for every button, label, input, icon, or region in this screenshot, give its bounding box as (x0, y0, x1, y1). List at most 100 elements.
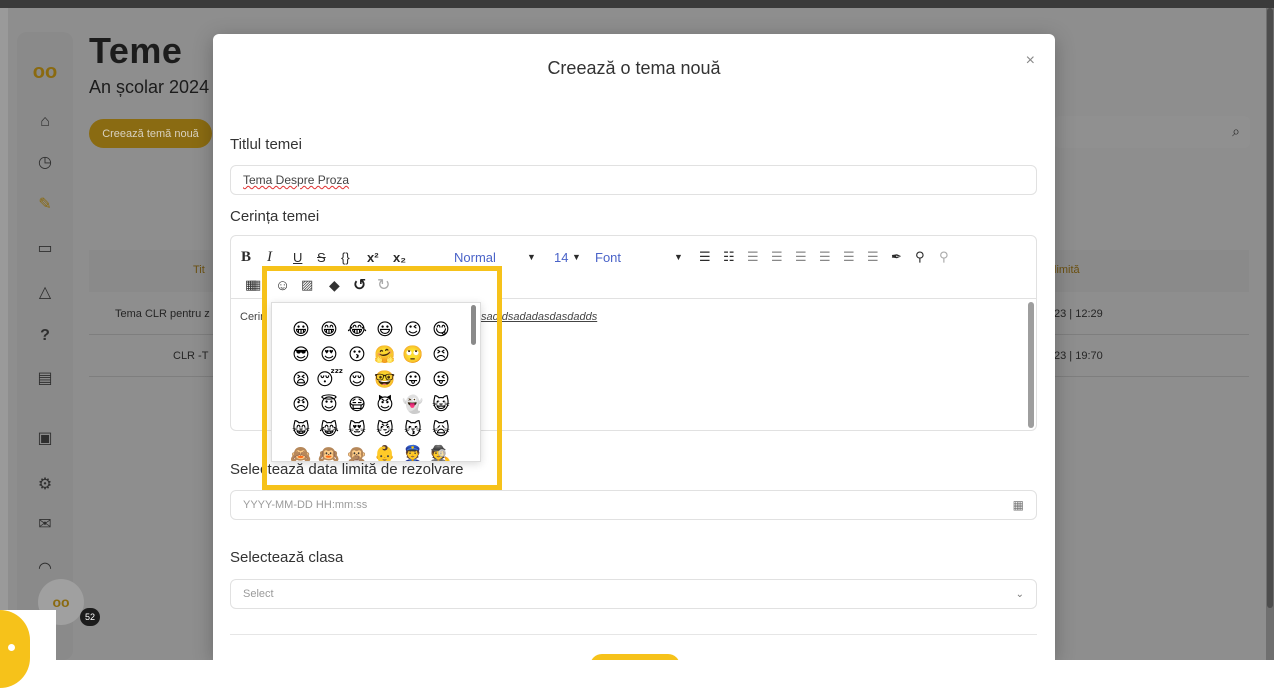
logo-dot (8, 644, 15, 651)
emoji-item[interactable]: 😸 (288, 417, 314, 442)
pencil-icon[interactable]: ✎ (33, 192, 57, 216)
emoji-item[interactable]: 🤓 (372, 367, 398, 392)
row-title: Tema CLR pentru z (115, 308, 210, 320)
outdent-icon[interactable]: ☰ (747, 248, 759, 266)
emoji-item[interactable]: 😼 (372, 417, 398, 442)
align-justify-icon[interactable]: ☰ (867, 248, 879, 266)
italic-button[interactable]: I (267, 248, 272, 266)
emoji-item[interactable]: 😉 (400, 317, 426, 342)
emoji-item[interactable]: 😜 (428, 367, 454, 392)
editor-scrollbar[interactable] (1028, 302, 1034, 428)
book-icon[interactable]: ▭ (33, 236, 57, 260)
emoji-item[interactable]: 🙉 (316, 442, 342, 461)
create-theme-button[interactable]: Creează temă nouă (89, 119, 212, 148)
emoji-item[interactable]: 😠 (288, 392, 314, 417)
unlink-icon[interactable]: ⚲ (939, 248, 949, 266)
redo-icon[interactable]: ↻ (377, 275, 390, 295)
image-icon[interactable]: ▨ (301, 277, 313, 293)
clock-icon[interactable]: ◷ (33, 150, 57, 174)
emoji-item[interactable]: 🙀 (428, 417, 454, 442)
close-icon[interactable]: × (1026, 52, 1035, 70)
title-input[interactable]: Tema Despre Proza (230, 165, 1037, 195)
link-icon[interactable]: ⚲ (915, 248, 925, 266)
underline-button[interactable]: U (293, 248, 302, 266)
align-right-icon[interactable]: ☰ (843, 248, 855, 266)
emoji-item[interactable]: 😗 (344, 342, 370, 367)
emoji-item[interactable]: 😀 (288, 317, 314, 342)
emoji-item[interactable]: 😋 (428, 317, 454, 342)
superscript-button[interactable]: x² (367, 248, 379, 266)
emoji-item[interactable]: 😁 (316, 317, 342, 342)
eraser-icon[interactable]: ◆ (329, 277, 340, 294)
style-dropdown-icon[interactable]: ▼ (527, 248, 536, 266)
emoji-grid: 😀 😁 😂 😃 😉 😋 😎 😍 😗 🤗 🙄 😣 😫 😴 😌 🤓 😛 😜 😠 😇 😷 😈 👻 😺 😸 😹 😻 😼 😽 🙀 🙈 🙉 🙊 👶 👮… (288, 317, 458, 461)
emoji-item[interactable]: 😹 (316, 417, 342, 442)
code-button[interactable]: {} (341, 248, 350, 266)
font-select[interactable]: Font (595, 248, 621, 266)
emoji-item[interactable]: 😣 (428, 342, 454, 367)
notification-badge: 52 (80, 608, 100, 626)
emoji-item[interactable]: 😛 (400, 367, 426, 392)
deadline-input[interactable]: YYYY-MM-DD HH:mm:ss ▦ (230, 490, 1037, 520)
logo-shape (0, 610, 30, 688)
emoji-item[interactable]: 🙊 (344, 442, 370, 461)
color-picker-icon[interactable]: ✒ (891, 248, 902, 266)
align-center-icon[interactable]: ☰ (819, 248, 831, 266)
mail-icon[interactable]: ✉ (33, 512, 57, 536)
bell-icon[interactable]: △ (33, 280, 57, 304)
size-select[interactable]: 14 (554, 248, 568, 266)
document-icon[interactable]: ▤ (33, 366, 57, 390)
contacts-icon[interactable]: ▣ (33, 426, 57, 450)
bold-button[interactable]: B (241, 248, 251, 266)
emoji-item[interactable]: 😺 (428, 392, 454, 417)
home-icon[interactable]: ⌂ (33, 110, 57, 134)
brand-logo[interactable]: oo (29, 56, 61, 88)
page-subtitle: An școlar 2024 (89, 77, 210, 97)
numbered-list-icon[interactable]: ☷ (723, 248, 735, 266)
size-dropdown-icon[interactable]: ▼ (572, 248, 581, 266)
help-icon[interactable]: ? (33, 324, 57, 348)
table-insert-icon-2[interactable]: ▦ (249, 277, 261, 293)
corner-brand-logo (0, 610, 56, 688)
emoji-icon[interactable]: ☺ (275, 277, 290, 294)
emoji-item[interactable]: 😫 (288, 367, 314, 392)
toolbar-row-2: ▦ ☺ ▨ ◆ ↺ ↻ (249, 271, 497, 303)
emoji-item[interactable]: 😂 (344, 317, 370, 342)
emoji-item[interactable]: 😽 (400, 417, 426, 442)
emoji-item[interactable]: 😷 (344, 392, 370, 417)
emoji-item[interactable]: 😇 (316, 392, 342, 417)
class-select[interactable]: Select ⌄ (230, 579, 1037, 609)
emoji-item[interactable]: 😻 (344, 417, 370, 442)
headset-icon[interactable]: ◠ (33, 556, 57, 580)
style-select[interactable]: Normal (454, 248, 496, 266)
emoji-item[interactable]: 😃 (372, 317, 398, 342)
bullet-list-icon[interactable]: ☰ (699, 248, 711, 266)
indent-icon[interactable]: ☰ (771, 248, 783, 266)
emoji-scrollbar[interactable] (471, 305, 476, 345)
search-input[interactable]: ⌕ (1054, 116, 1250, 148)
emoji-item[interactable]: 🙈 (288, 442, 314, 461)
emoji-item[interactable]: 🕵 (428, 442, 454, 461)
emoji-item[interactable]: 😌 (344, 367, 370, 392)
emoji-item[interactable]: 👶 (372, 442, 398, 461)
subscript-button[interactable]: x₂ (393, 248, 406, 266)
undo-icon[interactable]: ↺ (353, 275, 366, 295)
emoji-item[interactable]: 😎 (288, 342, 314, 367)
emoji-item[interactable]: 🙄 (400, 342, 426, 367)
settings-icon[interactable]: ⚙ (33, 472, 57, 496)
page-scrollbar[interactable] (1266, 8, 1274, 660)
emoji-row: 😀 😁 😂 😃 😉 😋 (288, 317, 458, 342)
emoji-item[interactable]: 👻 (400, 392, 426, 417)
align-left-icon[interactable]: ☰ (795, 248, 807, 266)
strike-button[interactable]: S (317, 248, 326, 266)
emoji-item[interactable]: 🤗 (372, 342, 398, 367)
emoji-item[interactable]: 👮 (400, 442, 426, 461)
page-scrollbar-thumb[interactable] (1267, 8, 1273, 608)
submit-button[interactable] (590, 654, 680, 660)
emoji-item[interactable]: 😍 (316, 342, 342, 367)
font-dropdown-icon[interactable]: ▼ (674, 248, 683, 266)
app-frame: oo ⌂ ◷ ✎ ▭ △ ? ▤ ▣ ⚙ ✉ ◠ Teme An școlar … (0, 0, 1274, 660)
emoji-item[interactable]: 😈 (372, 392, 398, 417)
emoji-item[interactable]: 😴 (316, 367, 343, 392)
calendar-icon[interactable]: ▦ (1013, 498, 1024, 512)
